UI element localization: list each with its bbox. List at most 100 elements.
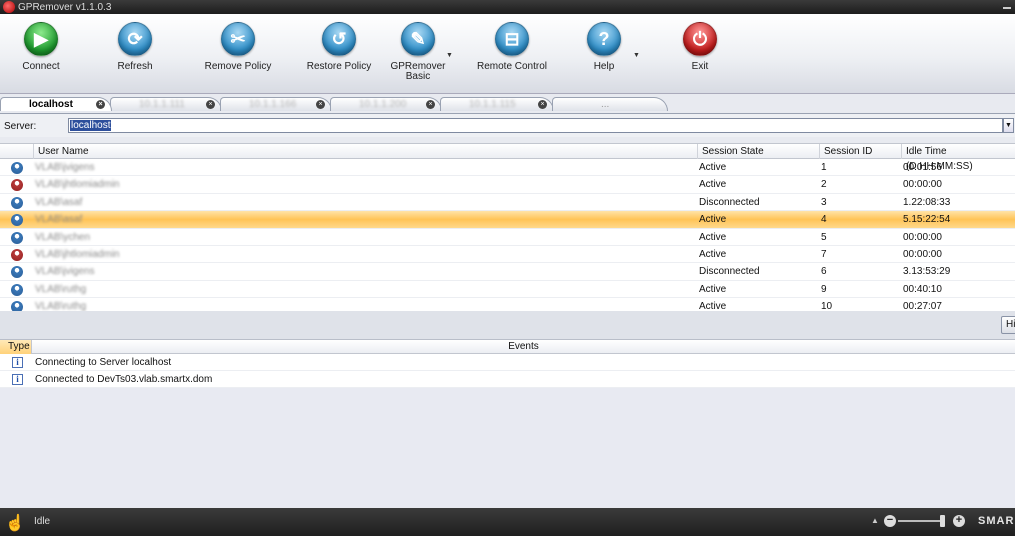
tab-label: 10.1.1.166 (249, 99, 297, 110)
header-events[interactable]: Events (32, 340, 1015, 354)
table-row[interactable]: VLAB\asaf Active 4 5.15:22:54 (0, 211, 1015, 229)
toolbar-button-label: Help (593, 61, 615, 72)
server-input-value: localhost (70, 120, 112, 131)
brand-logo: SMAR (978, 515, 1015, 527)
zoom-slider-thumb[interactable] (940, 515, 945, 527)
tab-server-4[interactable]: 10.1.1.115 × (440, 97, 554, 111)
cell-session-state: Active (699, 283, 727, 295)
zoom-out-icon[interactable]: − (884, 515, 896, 527)
cell-session-state: Active (699, 162, 727, 173)
exit-button[interactable]: ⏻ Exit (655, 22, 745, 72)
table-row[interactable]: VLAB\jvigens Active 1 00:01:56 (0, 159, 1015, 177)
event-row[interactable]: i Connected to DevTs03.vlab.smartx.dom (0, 371, 1015, 388)
refresh-icon: ⟳ (118, 22, 152, 56)
title-bar: GPRemover v1.1.0.3 (0, 0, 1015, 14)
gamepad-icon: ⊟ (495, 22, 529, 56)
close-icon[interactable]: × (316, 100, 325, 109)
info-icon: i (12, 374, 23, 385)
header-idle-time[interactable]: Idle Time (D.HH:MM:SS) (901, 144, 1015, 172)
tab-server-5[interactable]: ... (552, 97, 668, 111)
tab-server-1[interactable]: 10.1.1.111 × (110, 97, 222, 111)
remote-control-button[interactable]: ⊟ Remote Control (467, 22, 557, 72)
caret-up-icon[interactable]: ▲ (871, 516, 879, 525)
table-row[interactable]: VLAB\jhtlomiadmin Active 2 00:00:00 (0, 176, 1015, 194)
remove-policy-button[interactable]: ✂ Remove Policy (188, 22, 288, 72)
user-icon (11, 214, 23, 227)
power-icon-glyph: ⏻ (692, 28, 708, 49)
connect-button[interactable]: ▶ Connect (0, 22, 86, 72)
sessions-grid: User Name Session State Session ID Idle … (0, 143, 1015, 316)
hide-button[interactable]: Hi (1001, 316, 1015, 334)
user-icon (11, 231, 23, 244)
zoom-in-icon[interactable]: + (953, 515, 965, 527)
server-label: Server: (4, 121, 37, 132)
thumbs-up-icon: ☝ (5, 515, 25, 532)
server-tabs: localhost × 10.1.1.111 × 10.1.1.166 × 10.1.1.2… (0, 96, 1015, 111)
cell-idle-time: 00:00:00 (903, 231, 942, 243)
event-row[interactable]: i Connecting to Server localhost (0, 354, 1015, 371)
server-input[interactable]: localhost (68, 118, 1003, 133)
tab-server-3[interactable]: 10.1.1.200 × (330, 97, 442, 111)
header-icon-column (0, 144, 33, 159)
cell-user-name: VLAB\jvigens (35, 162, 95, 173)
header-session-id[interactable]: Session ID (819, 144, 901, 159)
cell-user-name: VLAB\ruthg (35, 283, 87, 295)
cell-user-name: VLAB\asaf (35, 214, 83, 226)
header-user-name[interactable]: User Name (33, 144, 697, 159)
restore-icon: ↺ (322, 22, 356, 56)
cell-session-state: Disconnected (699, 266, 760, 278)
tab-label: localhost (29, 99, 73, 110)
cell-user-name: VLAB\ychen (35, 231, 91, 243)
table-row[interactable]: VLAB\asaf Disconnected 3 1.22:08:33 (0, 194, 1015, 212)
header-type[interactable]: Type (0, 340, 32, 354)
cell-idle-time: 00:00:00 (903, 249, 942, 260)
server-row: Server: localhost ▼ (0, 113, 1015, 137)
play-icon: ▶ (24, 22, 58, 56)
power-icon: ⏻ (683, 22, 717, 56)
table-row[interactable]: VLAB\ruthg Active 9 00:40:10 (0, 281, 1015, 299)
gpremover-basic-button[interactable]: ✎ GPRemover Basic ▼ (373, 22, 463, 82)
restore-icon-glyph: ↺ (331, 28, 347, 49)
events-panel: Type Events i Connecting to Server localh… (0, 339, 1015, 507)
cell-user-name: VLAB\jhtlomiadmin (35, 179, 120, 191)
help-button[interactable]: ? Help ▼ (559, 22, 649, 72)
tab-localhost[interactable]: localhost × (0, 97, 112, 111)
cell-idle-time: 00:01:56 (903, 162, 942, 173)
refresh-button[interactable]: ⟳ Refresh (90, 22, 180, 72)
user-icon (11, 266, 23, 279)
toolbar-button-label: GPRemover Basic (390, 61, 446, 82)
user-icon (11, 196, 23, 209)
cell-session-id: 1 (821, 162, 827, 173)
chevron-down-icon[interactable]: ▼ (1003, 118, 1014, 133)
cell-session-state: Disconnected (699, 196, 760, 208)
tab-label: ... (601, 99, 610, 110)
help-icon: ? (587, 22, 621, 56)
cell-session-id: 3 (821, 196, 827, 208)
dropdown-caret-icon[interactable]: ▼ (446, 52, 453, 59)
close-icon[interactable]: × (96, 100, 105, 109)
event-text: Connected to DevTs03.vlab.smartx.dom (35, 374, 213, 385)
table-row[interactable]: VLAB\jhtlomiadmin Active 7 00:00:00 (0, 246, 1015, 264)
header-session-state[interactable]: Session State (697, 144, 819, 159)
minimize-icon[interactable] (1003, 7, 1011, 9)
cell-session-state: Active (699, 249, 727, 260)
table-row[interactable]: VLAB\ychen Active 5 00:00:00 (0, 229, 1015, 246)
toolbar-button-label: Exit (691, 61, 709, 72)
help-icon-glyph: ? (598, 28, 610, 49)
cell-user-name: VLAB\asaf (35, 196, 83, 208)
cell-user-name: VLAB\jhtlomiadmin (35, 249, 120, 260)
cell-idle-time: 5.15:22:54 (903, 214, 951, 226)
tab-label: 10.1.1.111 (139, 99, 185, 110)
toolbar-button-label: Remove Policy (204, 61, 272, 72)
toolbar: ▶ Connect ⟳ Refresh ✂ Remove Policy ↺ Restore P… (0, 14, 1015, 94)
zoom-slider-track[interactable] (898, 520, 944, 522)
wrench-icon: ✎ (401, 22, 435, 56)
dropdown-caret-icon[interactable]: ▼ (633, 52, 640, 59)
close-icon[interactable]: × (538, 100, 547, 109)
tab-server-2[interactable]: 10.1.1.166 × (220, 97, 332, 111)
play-icon-glyph: ▶ (34, 28, 48, 49)
toolbar-button-label: Connect (22, 61, 60, 72)
close-icon[interactable]: × (206, 100, 215, 109)
table-row[interactable]: VLAB\jvigens Disconnected 6 3.13:53:29 (0, 263, 1015, 281)
close-icon[interactable]: × (426, 100, 435, 109)
